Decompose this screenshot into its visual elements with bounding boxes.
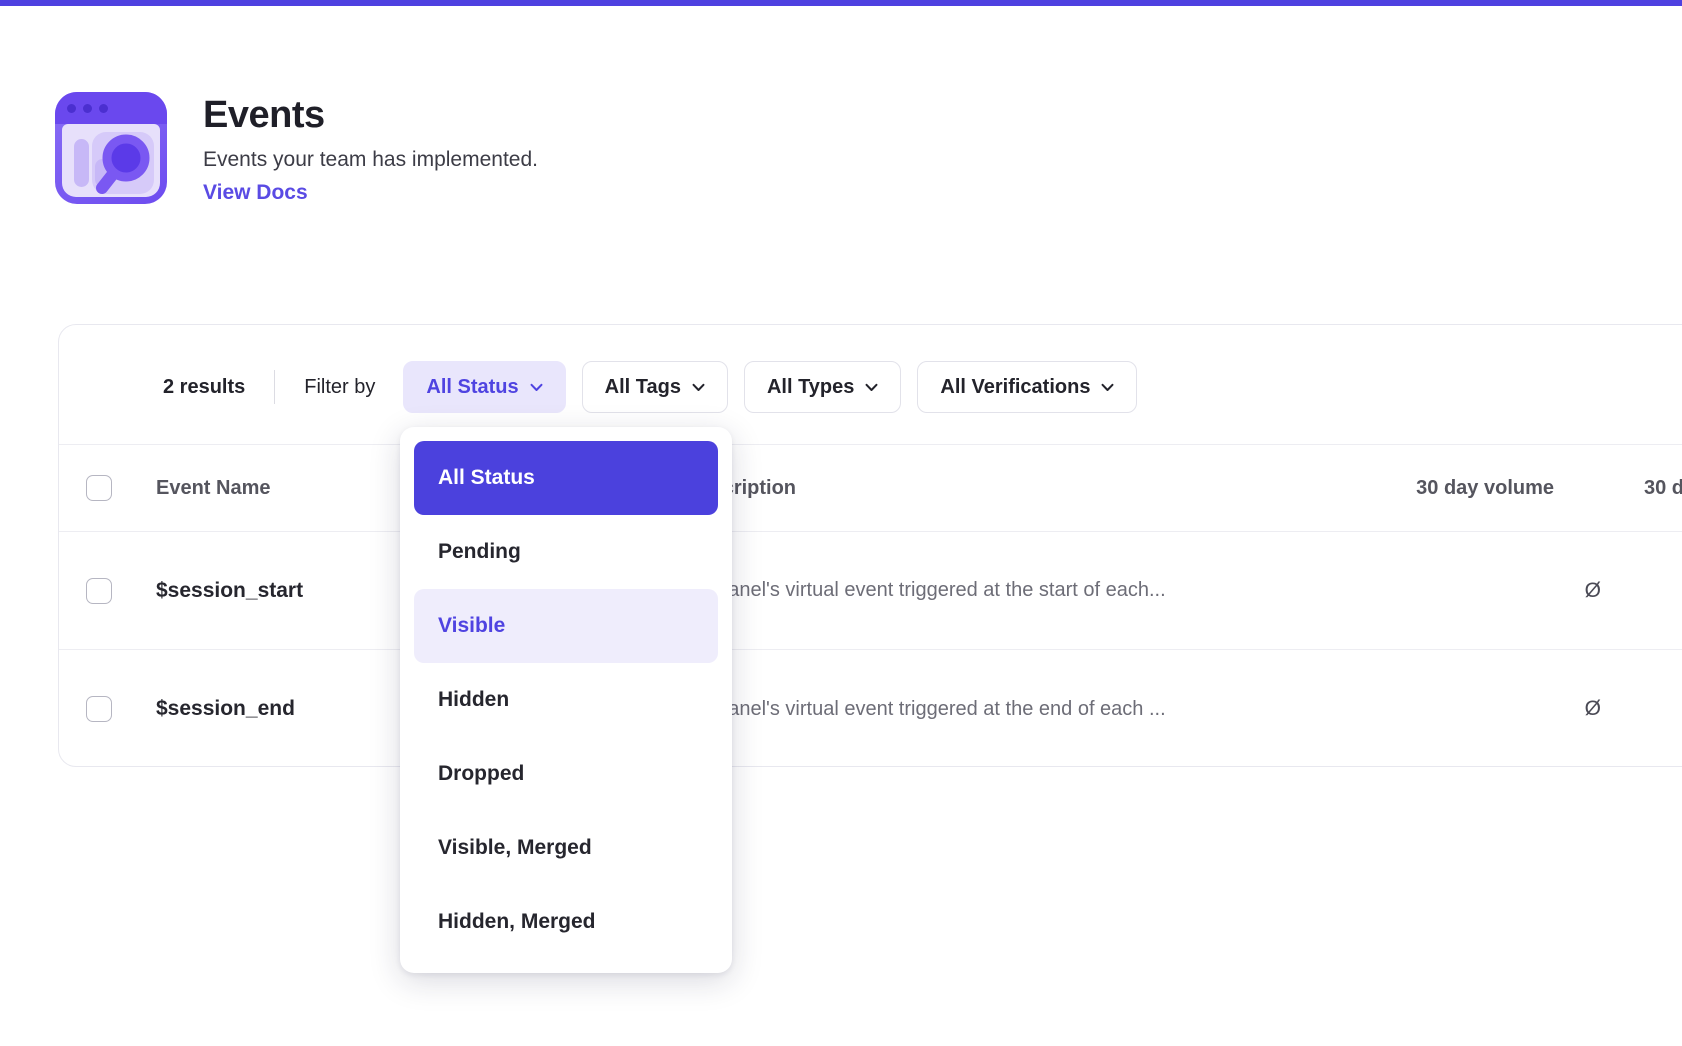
filter-by-label: Filter by <box>304 376 375 399</box>
filter-chips: All Status All Tags All Types All Verifi… <box>403 361 1137 413</box>
icon-browser-titlebar <box>55 92 167 124</box>
dropdown-item-visible[interactable]: Visible <box>414 589 718 663</box>
filter-all-types[interactable]: All Types <box>744 361 901 413</box>
filter-all-verifications-label: All Verifications <box>940 376 1090 399</box>
header-text: Events Events your team has implemented.… <box>203 92 538 205</box>
filter-all-status[interactable]: All Status <box>403 361 565 413</box>
select-all-checkbox[interactable] <box>86 475 112 501</box>
filter-all-types-label: All Types <box>767 376 854 399</box>
column-header-30-day-volume[interactable]: 30 day volume <box>1416 477 1609 500</box>
dropdown-item-visible-merged[interactable]: Visible, Merged <box>414 811 718 885</box>
events-app-icon <box>55 92 167 204</box>
column-header-description[interactable]: Description <box>686 477 1249 500</box>
chevron-down-icon <box>692 383 705 392</box>
icon-browser-body <box>62 124 160 197</box>
event-volume-cell: Ø <box>1585 579 1609 603</box>
event-description-cell: Mixpanel's virtual event triggered at th… <box>686 579 1249 602</box>
table-row[interactable]: $session_start Mixpanel's virtual event … <box>59 532 1682 650</box>
chevron-down-icon <box>530 383 543 392</box>
column-header-30-day-queries-clipped[interactable]: 30 d <box>1609 477 1682 500</box>
icon-dot <box>83 104 92 113</box>
view-docs-link[interactable]: View Docs <box>203 181 538 205</box>
page-title: Events <box>203 94 538 137</box>
icon-dot <box>67 104 76 113</box>
status-dropdown-menu: All Status Pending Visible Hidden Droppe… <box>400 427 732 973</box>
dropdown-item-dropped[interactable]: Dropped <box>414 737 718 811</box>
dropdown-item-hidden-merged[interactable]: Hidden, Merged <box>414 885 718 959</box>
filter-toolbar: 2 results Filter by All Status All Tags … <box>163 361 1682 413</box>
results-count: 2 results <box>163 376 245 399</box>
table-row[interactable]: $session_end Mixpanel's virtual event tr… <box>59 650 1682 768</box>
dropdown-item-all-status[interactable]: All Status <box>414 441 718 515</box>
page-header: Events Events your team has implemented.… <box>55 92 538 205</box>
table-header-row: Event Name Description 30 day volume 30 … <box>59 444 1682 532</box>
dropdown-item-pending[interactable]: Pending <box>414 515 718 589</box>
magnifier-icon <box>86 126 158 198</box>
filter-all-tags[interactable]: All Tags <box>582 361 728 413</box>
event-volume-cell: Ø <box>1585 697 1609 721</box>
chevron-down-icon <box>1101 383 1114 392</box>
events-table-card: 2 results Filter by All Status All Tags … <box>58 324 1682 767</box>
filter-all-tags-label: All Tags <box>605 376 681 399</box>
toolbar-divider <box>274 370 275 404</box>
event-description-cell: Mixpanel's virtual event triggered at th… <box>686 698 1249 721</box>
top-accent-bar <box>0 0 1682 6</box>
row-checkbox[interactable] <box>86 578 112 604</box>
row-checkbox[interactable] <box>86 696 112 722</box>
chevron-down-icon <box>865 383 878 392</box>
icon-dot <box>99 104 108 113</box>
page-subtitle: Events your team has implemented. <box>203 148 538 172</box>
filter-all-verifications[interactable]: All Verifications <box>917 361 1137 413</box>
filter-all-status-label: All Status <box>426 376 518 399</box>
dropdown-item-hidden[interactable]: Hidden <box>414 663 718 737</box>
